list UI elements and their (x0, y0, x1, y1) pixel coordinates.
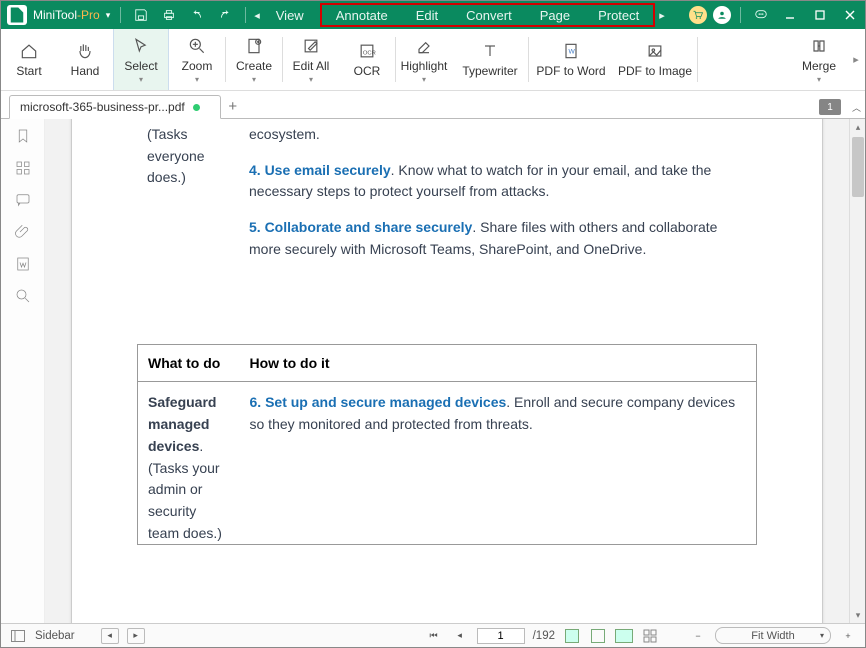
page-number-input[interactable] (477, 628, 525, 644)
scrollbar-thumb[interactable] (852, 137, 864, 197)
statusbar: Sidebar ◂ ▸ ⏮ ◂ /192 − Fit Width▾ + (1, 623, 865, 647)
thumbnails-icon[interactable] (14, 159, 32, 177)
table-cell: 6. Set up and secure managed devices. En… (240, 382, 757, 545)
scroll-down-icon[interactable]: ▾ (850, 607, 865, 623)
view-continuous-icon[interactable] (589, 628, 607, 644)
menu-protect[interactable]: Protect (584, 5, 653, 25)
table-lower: What to do How to do it Safeguard manage… (137, 344, 757, 545)
ribbon-pdf-to-image[interactable]: PDF to Image (613, 29, 697, 90)
file-tab[interactable]: microsoft-365-business-pr...pdf (9, 95, 221, 119)
cart-icon[interactable] (689, 6, 707, 24)
ribbon-create[interactable]: Create▾ (226, 29, 282, 90)
ribbon-ocr[interactable]: OCROCR (339, 29, 395, 90)
ribbon-merge[interactable]: Merge▾ (791, 29, 847, 90)
table-cell: (Tasks everyone does.) (137, 119, 239, 274)
scroll-up-icon[interactable]: ▴ (850, 119, 865, 135)
main-menu: ◂ View Annotate Edit Convert Page Protec… (252, 1, 667, 29)
doc-link[interactable]: 5. Collaborate and share securely (249, 219, 472, 235)
page-badge: 1 (819, 99, 841, 115)
menu-scroll-left-icon[interactable]: ◂ (252, 9, 262, 22)
redo-icon[interactable] (211, 1, 239, 29)
user-icon[interactable] (713, 6, 731, 24)
ribbon-typewriter[interactable]: Typewriter (452, 29, 528, 90)
ribbon-overflow-icon[interactable]: ▸ (847, 29, 865, 90)
document-viewport: (Tasks everyone does.) ecosystem. 4. Use… (45, 119, 865, 623)
menu-annotate[interactable]: Annotate (322, 5, 402, 25)
ribbon-hand[interactable]: Hand (57, 29, 113, 90)
file-tab-label: microsoft-365-business-pr...pdf (20, 100, 185, 114)
app-logo-icon (7, 5, 27, 25)
app-name: MiniTool-Pro (33, 8, 100, 22)
prev-page-button[interactable]: ◂ (101, 628, 119, 644)
add-tab-button[interactable]: + (221, 94, 245, 118)
content-area: (Tasks everyone does.) ecosystem. 4. Use… (1, 119, 865, 623)
minimize-icon[interactable] (775, 1, 805, 29)
sidebar-label: Sidebar (35, 630, 75, 642)
document-tabs: microsoft-365-business-pr...pdf + 1 ︿ (1, 91, 865, 119)
page-back-icon[interactable]: ◂ (451, 628, 469, 644)
zoom-in-button[interactable]: + (839, 628, 857, 644)
svg-text:W: W (569, 49, 576, 56)
ribbon-select[interactable]: Select▾ (113, 29, 169, 90)
table-header: What to do (138, 345, 240, 382)
menu-convert[interactable]: Convert (452, 5, 526, 25)
ribbon-edit-all[interactable]: Edit All▾ (283, 29, 339, 90)
print-icon[interactable] (155, 1, 183, 29)
bookmarks-icon[interactable] (14, 127, 32, 145)
titlebar: MiniTool-Pro ▾ ◂ View Annotate Edit Conv… (1, 1, 865, 29)
side-panel (1, 119, 45, 623)
app-window: MiniTool-Pro ▾ ◂ View Annotate Edit Conv… (0, 0, 866, 648)
ribbon: Start Hand Select▾ Zoom▾ Create▾ Edit Al… (1, 29, 865, 91)
collapse-ribbon-icon[interactable]: ︿ (852, 101, 861, 114)
doc-link[interactable]: 6. Set up and secure managed devices (250, 394, 507, 410)
vertical-scrollbar[interactable]: ▴ ▾ (849, 119, 865, 623)
table-cell: Safeguard managed devices. (Tasks your a… (138, 382, 240, 545)
page-total: /192 (533, 630, 555, 642)
menu-edit[interactable]: Edit (402, 5, 452, 25)
sidebar-toggle-icon[interactable] (9, 628, 27, 644)
ribbon-highlight[interactable]: Highlight▾ (396, 29, 452, 90)
view-grid-icon[interactable] (641, 628, 659, 644)
undo-icon[interactable] (183, 1, 211, 29)
menu-page[interactable]: Page (526, 5, 584, 25)
zoom-fit-select[interactable]: Fit Width▾ (715, 627, 831, 644)
view-single-icon[interactable] (563, 628, 581, 644)
ribbon-pdf-to-word[interactable]: WPDF to Word (529, 29, 613, 90)
zoom-out-button[interactable]: − (689, 628, 707, 644)
attachments-icon[interactable] (14, 223, 32, 241)
menu-scroll-right-icon[interactable]: ▸ (657, 9, 667, 22)
table-upper: (Tasks everyone does.) ecosystem. 4. Use… (137, 119, 757, 274)
ribbon-zoom[interactable]: Zoom▾ (169, 29, 225, 90)
doc-link[interactable]: 4. Use email securely (249, 162, 391, 178)
app-menu-dropdown[interactable]: ▾ (100, 10, 115, 21)
table-header: How to do it (240, 345, 757, 382)
comments-icon[interactable] (14, 191, 32, 209)
next-page-button[interactable]: ▸ (127, 628, 145, 644)
maximize-icon[interactable] (805, 1, 835, 29)
unsaved-dot-icon (193, 104, 200, 111)
search-icon[interactable] (14, 287, 32, 305)
menu-view[interactable]: View (262, 1, 318, 29)
svg-text:OCR: OCR (363, 50, 376, 56)
pdf-page: (Tasks everyone does.) ecosystem. 4. Use… (71, 119, 823, 623)
close-icon[interactable] (835, 1, 865, 29)
table-cell: ecosystem. 4. Use email securely. Know w… (239, 119, 757, 274)
page-stack[interactable]: (Tasks everyone does.) ecosystem. 4. Use… (45, 119, 849, 623)
word-export-icon[interactable] (14, 255, 32, 273)
first-page-icon[interactable]: ⏮ (425, 628, 443, 644)
menu-highlight-box: Annotate Edit Convert Page Protect (320, 3, 656, 27)
view-facing-icon[interactable] (615, 628, 633, 644)
save-icon[interactable] (127, 1, 155, 29)
ribbon-start[interactable]: Start (1, 29, 57, 90)
feedback-icon[interactable] (747, 1, 775, 29)
